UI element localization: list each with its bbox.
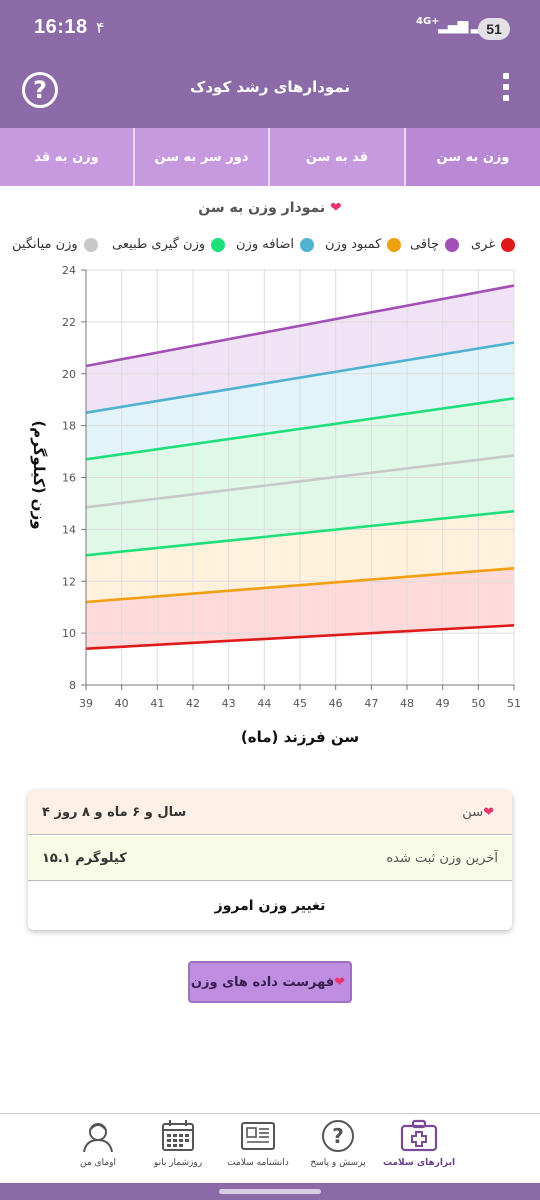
nav-health-tools[interactable]: ابزارهای سلامت [374, 1118, 464, 1182]
chart-title: نمودار وزن به سن ❤ [0, 200, 540, 216]
bottom-navigation: ابزارهای سلامت ? پرسش و پاسخ دانشنامه سل… [0, 1113, 540, 1183]
legend-label: وزن میانگین [12, 237, 78, 252]
legend-label: اضافه وزن [236, 237, 295, 252]
app-bar: ? نمودارهای رشد کودک [0, 52, 540, 128]
age-row: ۴ سال و ۶ ماه و ۸ روز سن ❤ [28, 790, 512, 835]
chart-title-text: نمودار وزن به سن [198, 200, 326, 216]
legend-label: وزن گیری طبیعی [112, 237, 206, 252]
tab-weight-for-height[interactable]: وزن به قد [0, 128, 133, 186]
nav-calendar[interactable]: روزشمار بانو [133, 1118, 223, 1182]
legend-item-underweight-severe[interactable]: غری [471, 237, 516, 252]
x-tick-label: 45 [293, 697, 307, 710]
battery-indicator: 51 [478, 18, 510, 40]
age-value: ۴ سال و ۶ ماه و ۸ روز [42, 804, 187, 820]
status-time: 16:18 [34, 16, 88, 38]
x-tick-label: 46 [329, 697, 343, 710]
calendar-icon [162, 1120, 194, 1151]
question-icon: ? [322, 1120, 354, 1152]
x-tick-label: 51 [507, 697, 521, 710]
tab-bar: وزن به سن قد به سن دور سر به سن وزن به ق… [0, 128, 540, 186]
x-tick-label: 48 [400, 697, 414, 710]
notification-count: ۴ [96, 18, 105, 37]
x-axis-label: سن فرزند (ماه) [241, 728, 359, 746]
legend-dot [83, 237, 98, 252]
change-weight-button[interactable]: تغییر وزن امروز [28, 882, 512, 930]
y-tick-label: 12 [62, 575, 76, 588]
y-tick-label: 14 [62, 523, 76, 536]
tab-weight-for-age[interactable]: وزن به سن [404, 128, 540, 186]
medical-kit-icon [400, 1119, 438, 1152]
y-tick-label: 22 [62, 316, 76, 329]
x-tick-label: 47 [364, 697, 378, 710]
x-tick-label: 39 [79, 697, 93, 710]
last-weight-row: ۱۵.۱ کیلوگرم آخرین وزن ثبت شده [28, 836, 512, 881]
legend-label: کمبود وزن [325, 237, 382, 252]
tab-height-for-age[interactable]: قد به سن [268, 128, 404, 186]
weight-data-list-button[interactable]: فهرست داده های وزن ❤ [188, 961, 352, 1003]
heart-icon: ❤ [330, 200, 342, 216]
page-title: نمودارهای رشد کودک [189, 78, 351, 96]
heart-icon: ❤ [483, 804, 494, 820]
age-label-wrap: سن ❤ [462, 805, 498, 820]
system-navigation-bar [0, 1183, 540, 1200]
newspaper-icon [241, 1122, 275, 1150]
last-weight-value: ۱۵.۱ کیلوگرم [42, 850, 127, 866]
x-tick-label: 43 [222, 697, 236, 710]
legend-item-obesity[interactable]: چاقی [410, 237, 460, 252]
heart-icon: ❤ [334, 974, 346, 990]
help-icon[interactable]: ? [22, 72, 58, 108]
legend-dot [211, 237, 226, 252]
legend-item-overweight[interactable]: اضافه وزن [236, 237, 315, 252]
x-tick-label: 49 [436, 697, 450, 710]
age-label: سن [462, 804, 484, 820]
y-tick-label: 20 [62, 368, 76, 381]
legend-label: چاقی [410, 237, 440, 252]
x-tick-label: 42 [186, 697, 200, 710]
x-tick-label: 41 [150, 697, 164, 710]
legend-dot [445, 237, 460, 252]
weight-data-list-label: فهرست داده های وزن [190, 974, 335, 990]
nav-questions[interactable]: ? پرسش و پاسخ [293, 1118, 383, 1182]
legend-dot [300, 237, 315, 252]
legend-item-average[interactable]: وزن میانگین [12, 237, 98, 252]
y-tick-label: 16 [62, 472, 76, 485]
nav-label: اومای من [80, 1158, 116, 1168]
y-tick-label: 18 [62, 420, 76, 433]
nav-label: دانشنامه سلامت [227, 1158, 289, 1168]
nav-my-profile[interactable]: اومای من [53, 1118, 143, 1182]
legend-item-underweight[interactable]: کمبود وزن [325, 237, 402, 252]
home-handle[interactable] [219, 1189, 321, 1194]
legend-item-normal[interactable]: وزن گیری طبیعی [112, 237, 226, 252]
weight-for-age-chart: 8 10 12 14 16 18 20 22 24 39 40 41 42 43 44 45 46 47 48 49 5… [30, 264, 521, 746]
svg-text:?: ? [332, 1124, 344, 1148]
nav-label: روزشمار بانو [153, 1158, 203, 1168]
nav-health-encyclopedia[interactable]: دانشنامه سلامت [213, 1118, 303, 1182]
last-weight-label: آخرین وزن ثبت شده [386, 850, 498, 866]
x-tick-label: 44 [257, 697, 271, 710]
legend-dot [501, 237, 516, 252]
legend-dot [387, 237, 402, 252]
nav-label: ابزارهای سلامت [382, 1158, 456, 1168]
y-tick-label: 10 [62, 627, 76, 640]
network-type: 4G+ [416, 16, 440, 27]
weight-info-card: ۴ سال و ۶ ماه و ۸ روز سن ❤ ۱۵.۱ کیلوگرم … [28, 790, 512, 930]
y-tick-label: 8 [69, 679, 76, 692]
legend-label: غری [471, 237, 496, 252]
y-axis-label: وزن (کیلوگرم) [30, 420, 48, 529]
x-tick-label: 40 [115, 697, 129, 710]
y-tick-label: 24 [62, 264, 76, 277]
tab-head-circumference[interactable]: دور سر به سن [133, 128, 268, 186]
x-tick-label: 50 [471, 697, 485, 710]
status-bar: 16:18 ۴ 4G+ ▂▄▆ ▂▄▆ 51 [0, 0, 540, 52]
profile-icon [83, 1123, 113, 1153]
more-menu-icon[interactable] [500, 73, 512, 107]
nav-label: پرسش و پاسخ [310, 1158, 366, 1168]
